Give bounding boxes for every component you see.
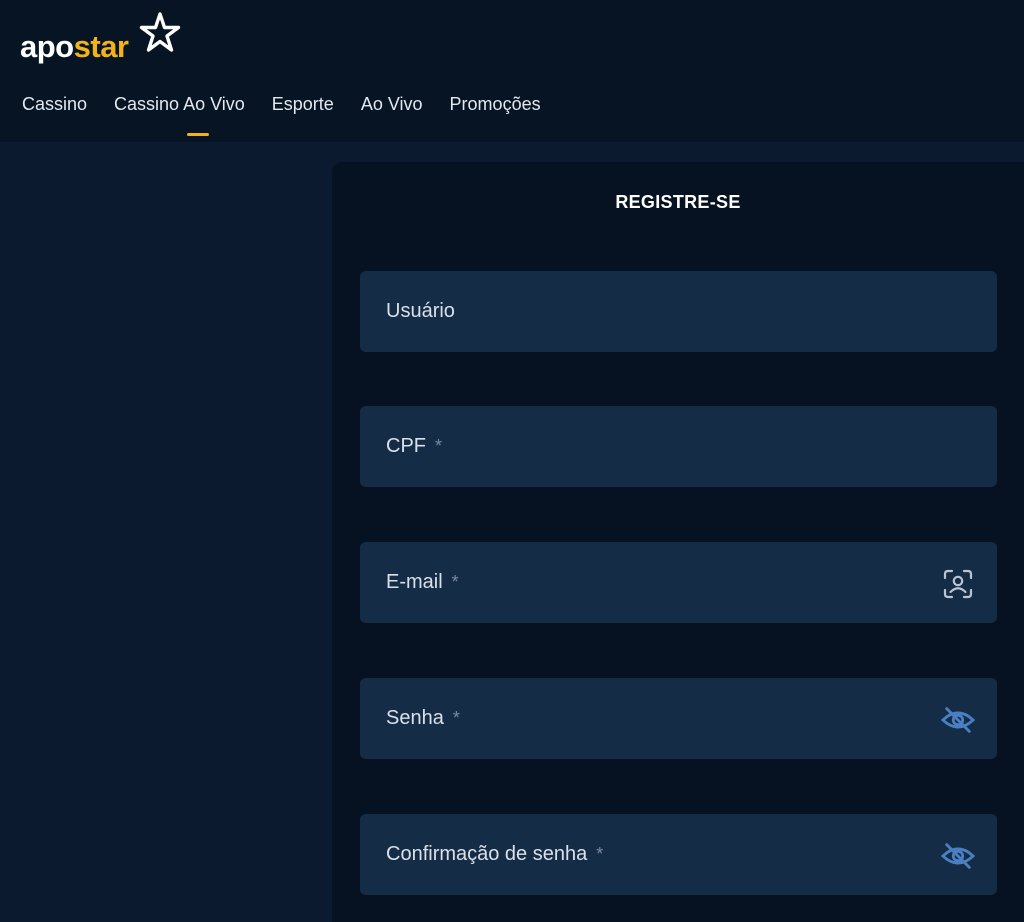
top-header: apostar Cassino Cassino Ao Vivo Esporte …	[0, 0, 1024, 142]
nav-cassino-ao-vivo[interactable]: Cassino Ao Vivo	[114, 90, 245, 136]
star-icon	[139, 12, 181, 52]
password-label: Senha	[386, 707, 444, 729]
logo-text: apostar	[20, 29, 129, 64]
nav-esporte[interactable]: Esporte	[272, 90, 334, 120]
apostar-logo[interactable]: apostar	[20, 12, 181, 68]
email-label: E-mail	[386, 571, 443, 593]
eye-off-icon[interactable]	[941, 705, 975, 735]
nav-promocoes[interactable]: Promoções	[450, 90, 541, 120]
register-panel: REGISTRE-SE Usuário CPF * E-mail * Senha…	[332, 162, 1024, 922]
nav-cassino[interactable]: Cassino	[22, 90, 87, 120]
register-title: REGISTRE-SE	[615, 192, 741, 212]
confirm-password-label: Confirmação de senha	[386, 843, 588, 865]
main-nav: Cassino Cassino Ao Vivo Esporte Ao Vivo …	[22, 90, 568, 136]
eye-off-icon[interactable]	[941, 841, 975, 871]
required-asterisk: *	[452, 708, 460, 728]
username-field[interactable]: Usuário	[360, 271, 997, 352]
username-label: Usuário	[386, 300, 455, 322]
required-asterisk: *	[596, 844, 604, 864]
contact-scan-icon[interactable]	[941, 569, 975, 599]
email-field[interactable]: E-mail *	[360, 542, 997, 623]
cpf-label: CPF	[386, 435, 426, 457]
password-field[interactable]: Senha *	[360, 678, 997, 759]
cpf-field[interactable]: CPF *	[360, 406, 997, 487]
nav-ao-vivo[interactable]: Ao Vivo	[361, 90, 423, 120]
required-asterisk: *	[435, 436, 443, 456]
confirm-password-field[interactable]: Confirmação de senha *	[360, 814, 997, 895]
required-asterisk: *	[451, 572, 459, 592]
